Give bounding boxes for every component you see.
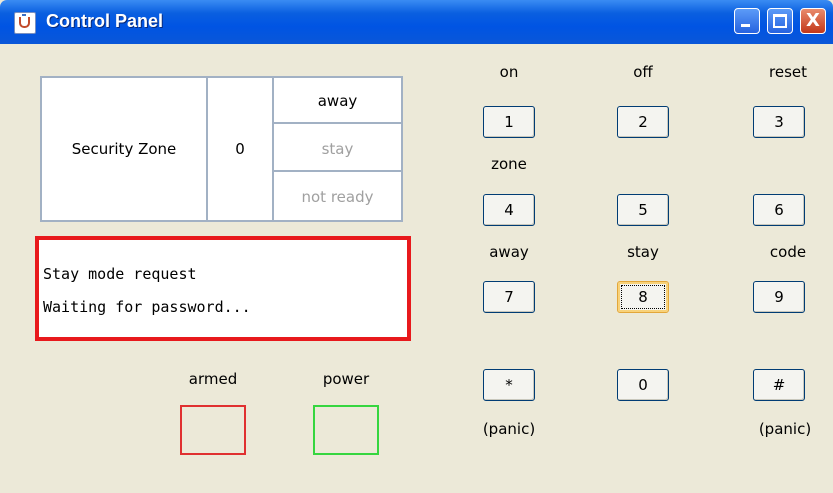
security-zone-label: Security Zone [42, 78, 208, 220]
key-label-panic-right: (panic) [758, 420, 812, 438]
power-label: power [322, 370, 370, 388]
armed-label: armed [188, 370, 238, 388]
key-label-zone: zone [491, 155, 527, 173]
keypad-button-7[interactable]: 7 [483, 281, 535, 313]
keypad-button-2[interactable]: 2 [617, 106, 669, 138]
mode-not-ready-indicator: not ready [301, 188, 374, 206]
armed-indicator-light [180, 405, 246, 455]
key-label-off: off [633, 63, 653, 81]
window-title: Control Panel [46, 11, 164, 31]
key-label-on: on [499, 63, 519, 81]
mode-away-indicator: away [274, 78, 401, 124]
keypad-button-5[interactable]: 5 [617, 194, 669, 226]
close-button[interactable]: X [800, 8, 826, 34]
key-label-away: away [489, 243, 529, 261]
key-label-panic-left: (panic) [482, 420, 536, 438]
keypad-button-3[interactable]: 3 [753, 106, 805, 138]
keypad-button-hash[interactable]: # [753, 369, 805, 401]
mode-stay-indicator: stay [274, 126, 401, 172]
keypad-button-star[interactable]: * [483, 369, 535, 401]
keypad-button-8[interactable]: 8 [617, 281, 669, 313]
key-label-stay: stay [627, 243, 659, 261]
display-line-2: Waiting for password... [43, 298, 251, 316]
security-zone-value: 0 [208, 78, 274, 220]
java-app-icon[interactable] [14, 12, 36, 34]
power-indicator-light [313, 405, 379, 455]
keypad-button-6[interactable]: 6 [753, 194, 805, 226]
minimize-icon [741, 24, 750, 27]
message-display: Stay mode request Waiting for password..… [35, 236, 411, 341]
keypad-button-1[interactable]: 1 [483, 106, 535, 138]
close-icon: X [806, 10, 820, 31]
key-label-reset: reset [769, 63, 807, 81]
key-label-code: code [769, 243, 807, 261]
security-zone-table: Security Zone 0 away stay not ready [40, 76, 403, 222]
maximize-button[interactable] [767, 8, 793, 34]
keypad-button-4[interactable]: 4 [483, 194, 535, 226]
display-line-1: Stay mode request [43, 265, 197, 283]
keypad-button-0[interactable]: 0 [617, 369, 669, 401]
title-bar[interactable]: Control Panel X [0, 0, 833, 44]
minimize-button[interactable] [734, 8, 760, 34]
maximize-icon [773, 14, 787, 28]
keypad-button-9[interactable]: 9 [753, 281, 805, 313]
